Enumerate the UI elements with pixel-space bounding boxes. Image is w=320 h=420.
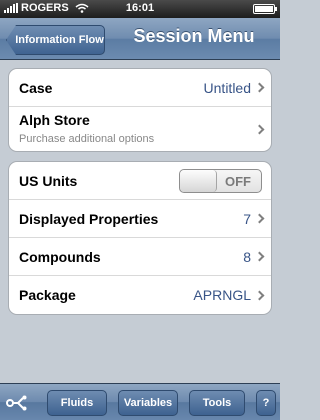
case-row[interactable]: Case Untitled [9,69,271,107]
bottom-toolbar: Fluids Variables Tools ? [0,383,280,420]
compounds-label: Compounds [19,248,101,265]
flow-diagram-icon[interactable] [5,391,29,415]
status-bar: ROGERS 16:01 [0,0,280,18]
chevron-right-icon [254,290,265,300]
package-label: Package [19,287,76,303]
tools-button[interactable]: Tools [189,390,245,416]
compounds-row[interactable]: Compounds 8 [9,238,271,276]
toggle-knob[interactable] [180,169,217,192]
chevron-right-icon [254,124,265,134]
package-value: APRNGL [193,287,251,303]
variables-button[interactable]: Variables [118,390,178,416]
battery-icon [253,4,277,14]
fluids-button[interactable]: Fluids [47,390,107,416]
clock: 16:01 [125,2,155,14]
package-row[interactable]: Package APRNGL [9,276,271,314]
us-units-toggle[interactable]: OFF [179,168,262,193]
chevron-right-icon [254,82,265,93]
chevron-right-icon [254,213,265,224]
settings-group: US Units OFF Displayed Properties 7 Comp… [8,161,272,315]
toggle-state: OFF [225,173,251,189]
page-title: Session Menu [133,26,255,46]
alph-store-subtitle: Purchase additional options [19,133,155,145]
case-group: Case Untitled Alph Store Purchase additi… [8,68,272,152]
navigation-bar: Information Flow Session Menu [0,18,280,60]
alph-store-label: Alph Store [19,112,90,128]
case-label: Case [19,79,53,96]
us-units-label: US Units [19,172,78,189]
displayed-properties-label: Displayed Properties [19,210,159,227]
help-button[interactable]: ? [256,390,276,416]
us-units-row: US Units OFF [9,162,271,200]
displayed-properties-row[interactable]: Displayed Properties 7 [9,200,271,238]
alph-store-row[interactable]: Alph Store Purchase additional options [9,107,271,151]
case-value: Untitled [203,79,251,96]
back-button[interactable]: Information Flow [6,25,105,55]
chevron-right-icon [254,251,265,262]
displayed-properties-value: 7 [243,210,251,227]
compounds-value: 8 [243,248,251,265]
